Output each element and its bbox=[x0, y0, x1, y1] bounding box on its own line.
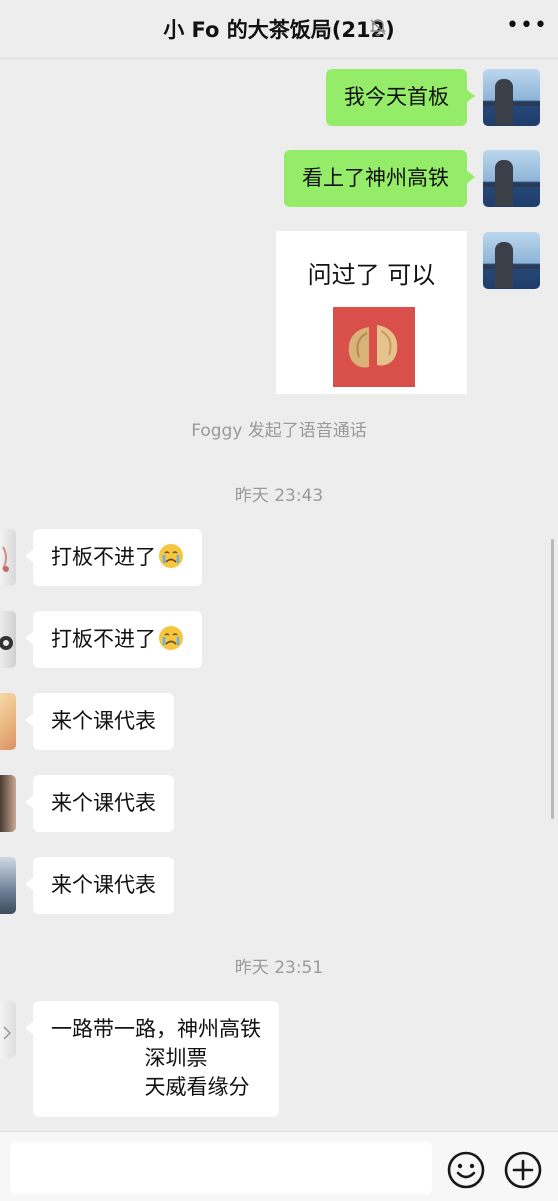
avatar-member[interactable] bbox=[0, 529, 16, 586]
outgoing-message[interactable]: 我今天首板 bbox=[326, 69, 475, 126]
avatar-member[interactable] bbox=[0, 857, 16, 914]
avatar-self[interactable] bbox=[483, 232, 540, 289]
timestamp: 昨天 23:51 bbox=[234, 958, 324, 978]
chat-header: 小 Fo 的大茶饭局(212) ••• bbox=[0, 0, 558, 59]
cracked-wooden-cup-image bbox=[333, 307, 415, 387]
incoming-message[interactable]: 来个课代表 bbox=[25, 775, 174, 832]
message-text: 打板不进了 bbox=[51, 627, 156, 651]
avatar-member[interactable] bbox=[0, 611, 16, 668]
message-line: 深圳票 bbox=[51, 1046, 208, 1070]
incoming-message[interactable]: 来个课代表 bbox=[25, 693, 174, 750]
scrollbar[interactable] bbox=[551, 539, 554, 819]
avatar-self[interactable] bbox=[483, 150, 540, 207]
message-text: 打板不进了 bbox=[51, 545, 156, 569]
plus-circle-icon[interactable] bbox=[503, 1150, 543, 1190]
avatar-member[interactable] bbox=[0, 775, 16, 832]
crying-face-icon bbox=[159, 544, 183, 568]
message-list[interactable]: 我今天首板 看上了神州高铁 问过了 可以 Foggy 发起了语音通话 昨天 23… bbox=[0, 59, 558, 1131]
input-bar bbox=[0, 1131, 558, 1201]
message-line: 一路带一路，神州高铁 bbox=[51, 1017, 261, 1041]
incoming-message[interactable]: 一路带一路，神州高铁 深圳票 天威看缘分 bbox=[25, 1001, 279, 1117]
more-dots-icon[interactable]: ••• bbox=[506, 14, 547, 38]
outgoing-message[interactable]: 看上了神州高铁 bbox=[284, 150, 475, 207]
avatar-member[interactable] bbox=[0, 693, 16, 750]
incoming-message[interactable]: 打板不进了 bbox=[25, 529, 202, 586]
incoming-message[interactable]: 打板不进了 bbox=[25, 611, 202, 668]
avatar-member[interactable] bbox=[0, 1001, 16, 1058]
crying-face-icon bbox=[159, 626, 183, 650]
message-line: 天威看缘分 bbox=[51, 1075, 250, 1099]
sticker-caption: 问过了 可以 bbox=[307, 261, 436, 289]
smiley-icon[interactable] bbox=[446, 1150, 486, 1190]
sticker-message[interactable]: 问过了 可以 bbox=[276, 231, 467, 394]
chat-title[interactable]: 小 Fo 的大茶饭局(212) bbox=[0, 14, 558, 44]
incoming-message[interactable]: 来个课代表 bbox=[25, 857, 174, 914]
timestamp: 昨天 23:43 bbox=[234, 486, 324, 506]
avatar-self[interactable] bbox=[483, 69, 540, 126]
message-input[interactable] bbox=[10, 1142, 432, 1194]
bell-off-icon bbox=[370, 19, 386, 37]
system-notification: Foggy 发起了语音通话 bbox=[191, 421, 367, 441]
